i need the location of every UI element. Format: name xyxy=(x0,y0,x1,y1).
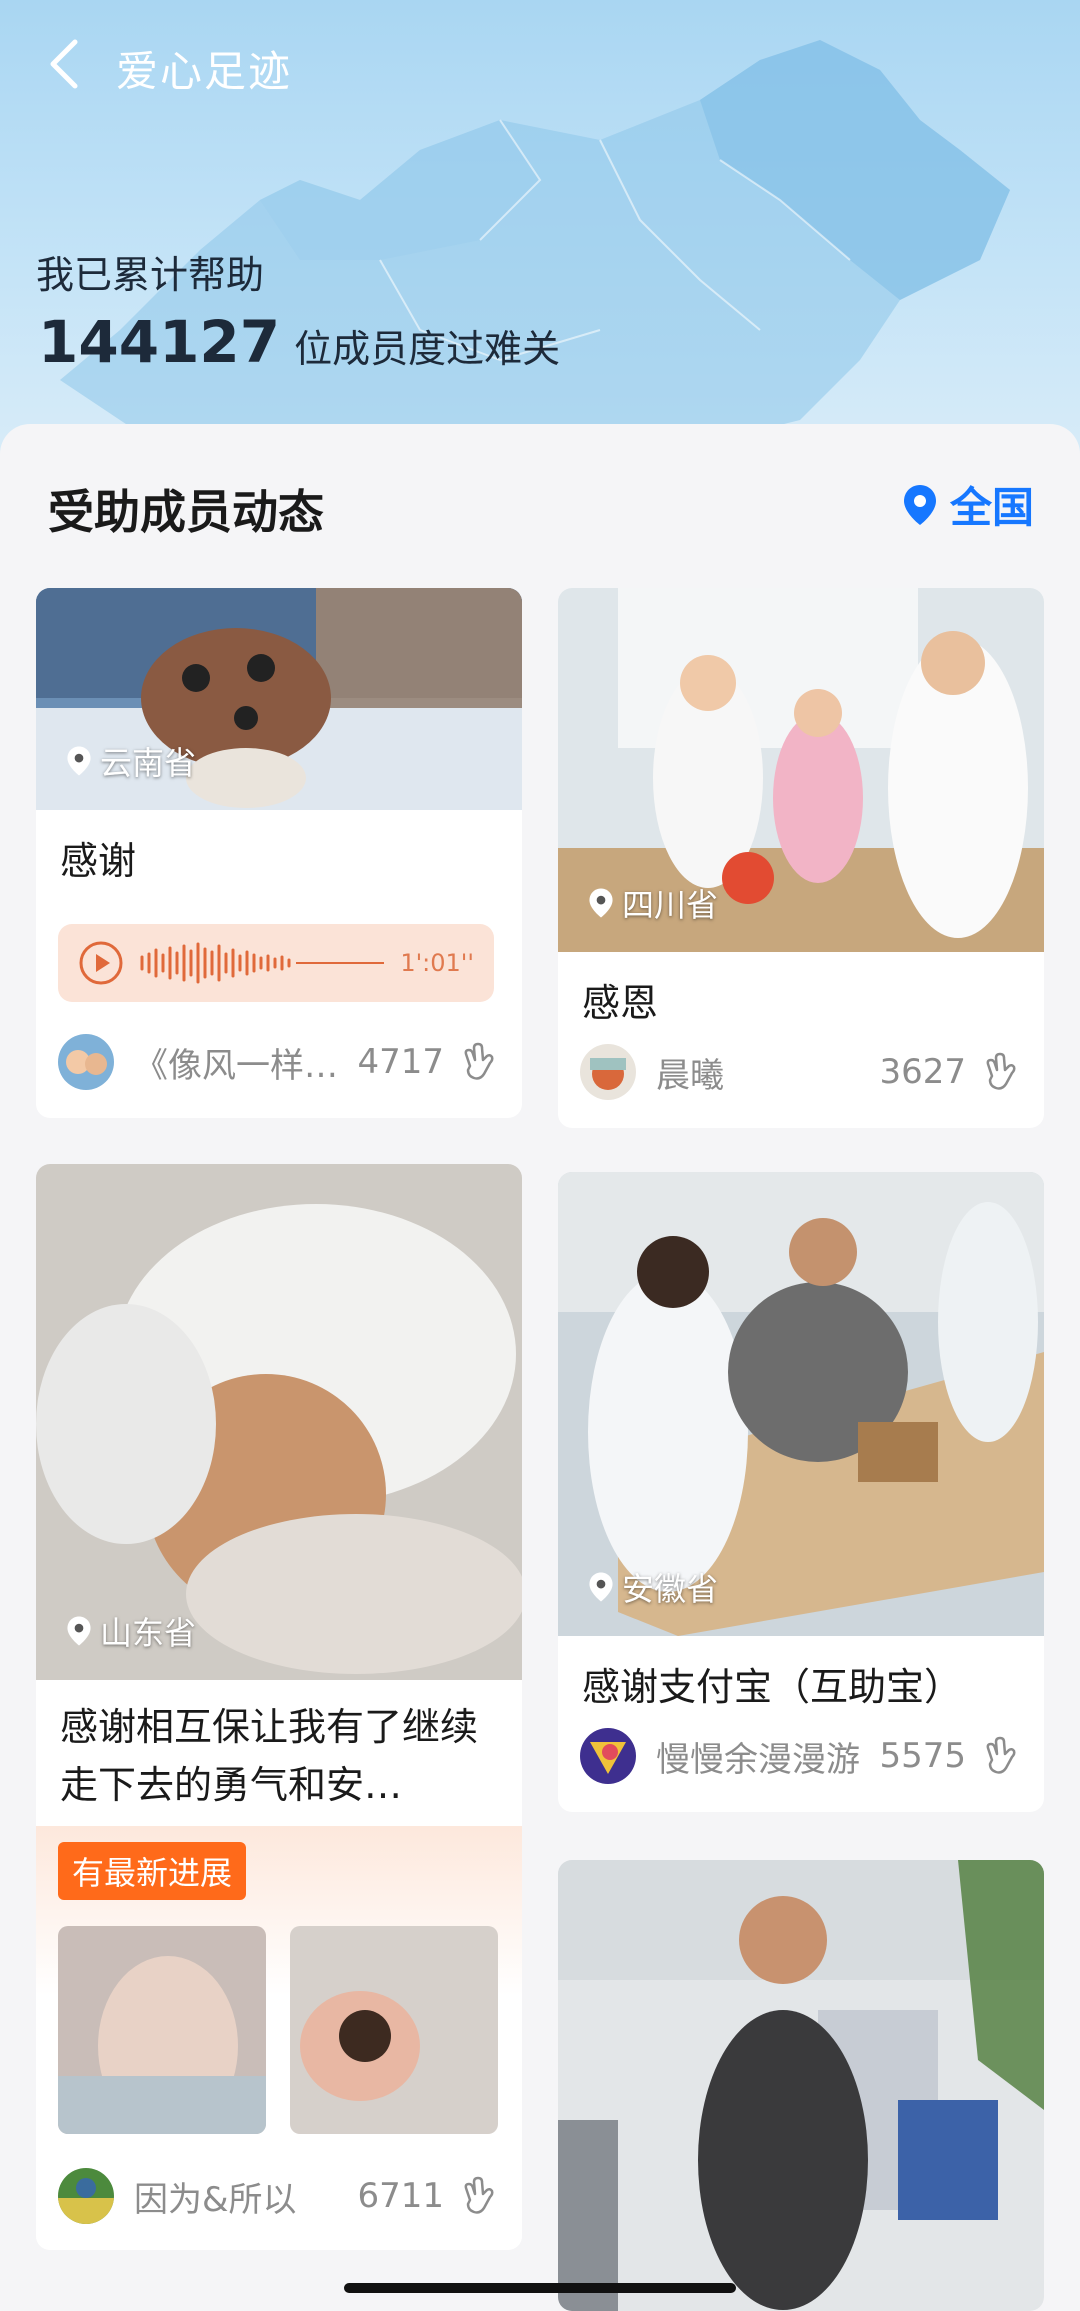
hero-banner: 爱心足迹 我已累计帮助 144127 位成员度过难关 xyxy=(0,0,1080,460)
location-pin-icon xyxy=(903,484,936,525)
post-location: 四川省 xyxy=(588,880,718,926)
post-photo xyxy=(558,1860,1044,2311)
avatar[interactable] xyxy=(580,1044,636,1100)
location-pin-icon xyxy=(67,746,91,776)
progress-photo[interactable] xyxy=(58,1926,266,2134)
progress-photo[interactable] xyxy=(290,1926,498,2134)
help-count: 144127 xyxy=(36,308,287,376)
location-label: 云南省 xyxy=(100,744,197,782)
progress-section[interactable]: 有最新进展 因为&所以 6711 xyxy=(36,1826,522,2250)
post-location: 云南省 xyxy=(66,738,196,784)
progress-badge: 有最新进展 xyxy=(58,1842,247,1900)
author-name[interactable]: 《像风一样… xyxy=(134,1038,349,1087)
location-label: 山东省 xyxy=(100,1614,197,1652)
region-filter-button[interactable]: 全国 xyxy=(902,474,1034,535)
post-meta: 因为&所以 6711 xyxy=(58,2166,500,2226)
location-pin-icon xyxy=(589,888,613,918)
page-title: 爱心足迹 xyxy=(116,47,293,96)
help-suffix: 位成员度过难关 xyxy=(294,327,561,371)
post-photo: 安徽省 xyxy=(558,1172,1044,1636)
location-label: 安徽省 xyxy=(622,1570,719,1608)
post-card[interactable]: 云南省 感谢 1':01'' 《像风一样… 4717 xyxy=(36,588,522,1118)
post-meta: 晨曦 3627 xyxy=(580,1042,1022,1102)
help-summary: 144127 位成员度过难关 xyxy=(36,308,560,376)
post-location: 山东省 xyxy=(66,1608,196,1654)
help-summary-label: 我已累计帮助 xyxy=(36,253,265,297)
heart-hand-icon[interactable] xyxy=(456,1040,500,1084)
play-icon[interactable] xyxy=(78,940,124,986)
post-photo: 四川省 xyxy=(558,588,1044,952)
post-photo: 山东省 xyxy=(36,1164,522,1680)
post-card[interactable] xyxy=(558,1860,1044,2311)
home-indicator[interactable] xyxy=(344,2283,736,2293)
post-location: 安徽省 xyxy=(588,1564,718,1610)
avatar[interactable] xyxy=(58,2168,114,2224)
like-count: 4717 xyxy=(357,1042,444,1082)
heart-hand-icon[interactable] xyxy=(978,1050,1022,1094)
post-title: 感谢 xyxy=(60,839,137,883)
post-title: 感恩 xyxy=(582,981,659,1025)
location-pin-icon xyxy=(67,1616,91,1646)
like-count: 3627 xyxy=(879,1052,966,1092)
author-name[interactable]: 晨曦 xyxy=(656,1048,871,1097)
avatar[interactable] xyxy=(58,1034,114,1090)
heart-hand-icon[interactable] xyxy=(978,1734,1022,1778)
post-meta: 《像风一样… 4717 xyxy=(58,1032,500,1092)
like-count: 6711 xyxy=(357,2176,444,2216)
back-arrow-icon xyxy=(50,39,78,89)
post-title: 感谢支付宝（互助宝） xyxy=(582,1665,963,1709)
avatar[interactable] xyxy=(580,1728,636,1784)
post-card[interactable]: 安徽省 感谢支付宝（互助宝） 慢慢余漫漫游 5575 xyxy=(558,1172,1044,1812)
back-button[interactable] xyxy=(36,36,92,92)
post-title: 感谢相互保让我有了继续走下去的勇气和安… xyxy=(60,1705,479,1807)
section-title: 受助成员动态 xyxy=(48,485,324,539)
post-card[interactable]: 山东省 感谢相互保让我有了继续走下去的勇气和安… 有最新进展 因为&所以 671… xyxy=(36,1164,522,2250)
audio-duration: 1':01'' xyxy=(400,949,474,977)
audio-waveform xyxy=(140,942,384,984)
post-photo: 云南省 xyxy=(36,588,522,810)
location-pin-icon xyxy=(589,1572,613,1602)
location-label: 四川省 xyxy=(622,886,719,924)
post-card[interactable]: 四川省 感恩 晨曦 3627 xyxy=(558,588,1044,1128)
heart-hand-icon[interactable] xyxy=(456,2174,500,2218)
feed-panel: 受助成员动态 全国 云南省 感谢 1':01'' 《像风一样… 4717 四川省… xyxy=(0,424,1080,2311)
author-name[interactable]: 慢慢余漫漫游 xyxy=(656,1732,871,1781)
author-name[interactable]: 因为&所以 xyxy=(134,2172,349,2221)
audio-player[interactable]: 1':01'' xyxy=(58,924,494,1002)
region-label: 全国 xyxy=(949,483,1034,532)
like-count: 5575 xyxy=(879,1736,966,1776)
post-meta: 慢慢余漫漫游 5575 xyxy=(580,1726,1022,1786)
